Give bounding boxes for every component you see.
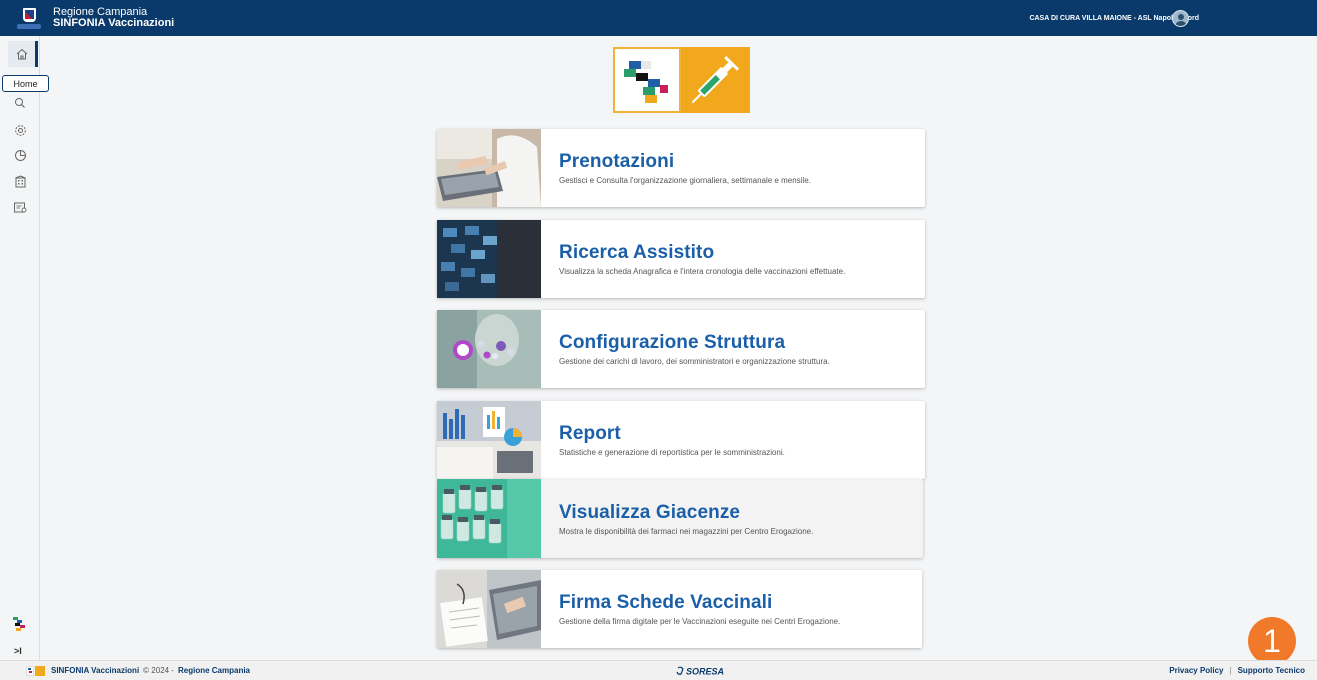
footer-copyright: © 2024 -	[143, 666, 174, 675]
sidebar-item-search[interactable]	[10, 93, 30, 113]
home-icon	[16, 48, 27, 60]
card-title: Firma Schede Vaccinali	[559, 592, 773, 613]
sidebar-item-settings[interactable]	[10, 120, 30, 140]
card-title: Prenotazioni	[559, 151, 675, 172]
card-title: Ricerca Assistito	[559, 242, 715, 263]
card-description: Visualizza la scheda Anagrafica e l'inte…	[559, 267, 846, 276]
top-bar: Regione Campania SINFONIA Vaccinazioni C…	[0, 0, 1317, 36]
brand[interactable]: Regione Campania SINFONIA Vaccinazioni	[9, 5, 174, 31]
card-visualizza-giacenze[interactable]: Visualizza Giacenze Mostra le disponibil…	[437, 479, 923, 558]
sidebar-item-building[interactable]	[10, 171, 30, 191]
home-tooltip: Home	[2, 75, 49, 92]
syringe-icon	[681, 47, 750, 113]
card-description: Mostra le disponibilità dei farmaci nei …	[559, 526, 814, 536]
card-description: Gestisci e Consulta l'organizzazione gio…	[559, 176, 811, 185]
sidebar-collapse-button[interactable]: >I	[14, 646, 22, 656]
privacy-policy-link[interactable]: Privacy Policy	[1169, 666, 1223, 675]
sidebar: Home >I	[0, 36, 49, 660]
card-title: Report	[559, 423, 621, 444]
user-avatar-icon[interactable]	[1172, 10, 1189, 27]
sidebar-item-reports[interactable]	[10, 145, 30, 165]
step-number-badge: 1	[1248, 617, 1296, 665]
svg-text:SORESA: SORESA	[686, 667, 724, 677]
footer-logo-icon	[26, 665, 46, 677]
card-ricerca-assistito[interactable]: Ricerca Assistito Visualizza la scheda A…	[437, 220, 925, 298]
sidebar-item-home[interactable]	[8, 41, 38, 67]
pie-chart-icon	[14, 149, 26, 161]
app-logo	[613, 47, 750, 113]
sidebar-item-signature[interactable]	[10, 197, 30, 217]
app-name: SINFONIA Vaccinazioni	[53, 17, 175, 29]
search-icon	[15, 98, 25, 108]
footer-separator: |	[1229, 666, 1232, 675]
card-description: Statistiche e generazione di reportistic…	[559, 448, 785, 457]
sinfonia-small-logo-icon	[11, 616, 27, 632]
building-icon	[14, 174, 26, 187]
card-image-charts	[437, 401, 541, 479]
region-crest-icon	[9, 5, 47, 31]
card-image-laptop	[437, 129, 541, 207]
card-title: Configurazione Struttura	[559, 332, 786, 353]
gear-icon	[14, 124, 26, 136]
support-link[interactable]: Supporto Tecnico	[1238, 666, 1305, 675]
sinfonia-logo-icon	[613, 47, 681, 113]
card-image-configuration	[437, 310, 541, 388]
soresa-logo: SORESA	[676, 666, 738, 678]
card-prenotazioni[interactable]: Prenotazioni Gestisci e Consulta l'organ…	[437, 129, 925, 207]
footer-region-link[interactable]: Regione Campania	[178, 666, 250, 675]
card-image-vials	[437, 479, 541, 558]
card-report[interactable]: Report Statistiche e generazione di repo…	[437, 401, 925, 479]
footer: SINFONIA Vaccinazioni © 2024 - Regione C…	[0, 660, 1317, 680]
soresa-logo-icon: SORESA	[676, 667, 724, 677]
card-image-profiles	[437, 220, 541, 298]
card-title: Visualizza Giacenze	[559, 501, 741, 523]
card-firma-schede-vaccinali[interactable]: Firma Schede Vaccinali Gestione della fi…	[437, 570, 922, 648]
signed-document-icon	[14, 202, 27, 212]
card-description: Gestione dei carichi di lavoro, dei somm…	[559, 357, 830, 366]
footer-app-name: SINFONIA Vaccinazioni	[51, 666, 140, 675]
card-image-signing	[437, 570, 541, 648]
card-configurazione-struttura[interactable]: Configurazione Struttura Gestione dei ca…	[437, 310, 925, 388]
card-description: Gestione della firma digitale per le Vac…	[559, 617, 841, 626]
